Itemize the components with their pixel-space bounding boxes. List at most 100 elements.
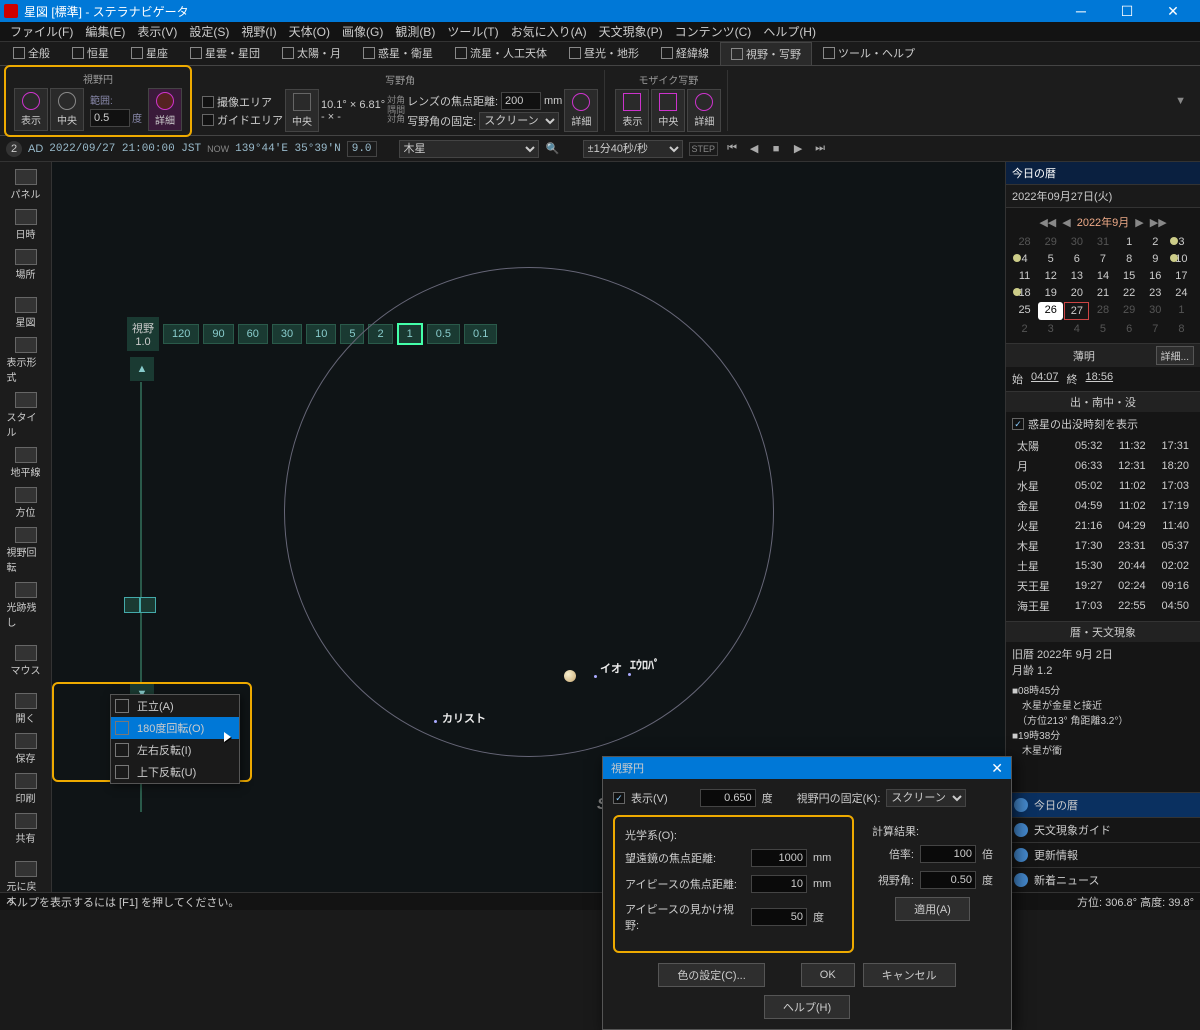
calendar-day[interactable]: 20	[1064, 285, 1089, 301]
ribbon-tab[interactable]: 太陽・月	[271, 41, 352, 65]
ribbon-tab[interactable]: 昼光・地形	[558, 41, 650, 65]
calendar-day[interactable]: 25	[1012, 302, 1037, 320]
calendar-day[interactable]: 3	[1038, 321, 1063, 337]
zoom-display[interactable]: 9.0	[347, 141, 377, 157]
history-button[interactable]: 2	[6, 141, 22, 157]
calendar-day[interactable]: 29	[1117, 302, 1142, 320]
menu-item[interactable]: 設定(S)	[183, 21, 235, 42]
calendar-day[interactable]: 12	[1038, 268, 1063, 284]
sidebar-item[interactable]: 共有	[4, 810, 48, 848]
menu-item[interactable]: 天文現象(P)	[593, 21, 669, 42]
minimize-button[interactable]: ─	[1058, 0, 1104, 22]
interval-select[interactable]: ±1分40秒/秒	[583, 140, 683, 158]
fov-center-button[interactable]: 中央	[50, 88, 84, 131]
calendar-day[interactable]: 28	[1012, 234, 1037, 250]
fov-up-button[interactable]: ▲	[130, 357, 154, 381]
target-select[interactable]: 木星	[399, 140, 539, 158]
help-button[interactable]: ヘルプ(H)	[764, 995, 850, 1019]
dialog-close-button[interactable]: ✕	[991, 760, 1003, 777]
calendar-day[interactable]: 29	[1038, 234, 1063, 250]
menu-item[interactable]: 天体(O)	[283, 21, 336, 42]
jupiter-icon[interactable]	[564, 670, 576, 682]
sidebar-item[interactable]: パネル	[4, 166, 48, 204]
sidebar-item[interactable]: 開く	[4, 690, 48, 728]
menu-item[interactable]: 編集(E)	[79, 21, 131, 42]
play-back-button[interactable]: ◀	[746, 141, 762, 157]
dialog-lock-select[interactable]: スクリーン	[886, 789, 966, 807]
context-menu-item[interactable]: 180度回転(O)	[111, 717, 239, 739]
context-menu-item[interactable]: 正立(A)	[111, 695, 239, 717]
calendar-day[interactable]: 7	[1143, 321, 1168, 337]
sidebar-item[interactable]: 方位	[4, 484, 48, 522]
calendar-day[interactable]: 28	[1090, 302, 1115, 320]
fov-detail-button[interactable]: 詳細	[148, 88, 182, 131]
datetime-display[interactable]: 2022/09/27 21:00:00 JST	[49, 143, 201, 155]
calendar-day[interactable]: 18	[1012, 285, 1037, 301]
calendar-day[interactable]: 30	[1143, 302, 1168, 320]
color-settings-button[interactable]: 色の設定(C)...	[658, 963, 764, 987]
calendar-day[interactable]: 22	[1117, 285, 1142, 301]
telescope-fl-input[interactable]	[751, 849, 807, 867]
ribbon-tab[interactable]: 視野・写野	[720, 42, 812, 65]
capture-lock-select[interactable]: スクリーン	[479, 112, 559, 130]
fov-scale-button[interactable]: 60	[238, 324, 268, 344]
maximize-button[interactable]: ☐	[1104, 0, 1150, 22]
sidebar-item[interactable]: マウス	[4, 642, 48, 680]
menu-item[interactable]: 表示(V)	[131, 21, 183, 42]
search-icon[interactable]: 🔍	[545, 141, 561, 157]
ribbon-tab[interactable]: ツール・ヘルプ	[812, 41, 926, 65]
menu-item[interactable]: ツール(T)	[441, 21, 504, 42]
twilight-begin[interactable]: 04:07	[1031, 371, 1059, 387]
sidebar-item[interactable]: 光跡残し	[4, 579, 48, 632]
calendar-day[interactable]: 6	[1064, 251, 1089, 267]
eyepiece-fl-input[interactable]	[751, 875, 807, 893]
ribbon-tab[interactable]: 流星・人工天体	[444, 41, 558, 65]
flip-icons[interactable]	[124, 597, 156, 613]
eyepiece-afov-input[interactable]	[751, 908, 807, 926]
calendar-day[interactable]: 5	[1090, 321, 1115, 337]
fov-scale-button[interactable]: 90	[203, 324, 233, 344]
ribbon-tab[interactable]: 星座	[120, 41, 179, 65]
fov-range-input[interactable]	[90, 109, 130, 127]
context-menu-item[interactable]: 上下反転(U)	[111, 761, 239, 783]
mosaic-show-button[interactable]: 表示	[615, 89, 649, 132]
close-button[interactable]: ✕	[1150, 0, 1196, 22]
panel-tab[interactable]: 更新情報	[1006, 842, 1200, 867]
cancel-button[interactable]: キャンセル	[863, 963, 956, 987]
calendar-day[interactable]: 14	[1090, 268, 1115, 284]
calendar-day[interactable]: 10	[1169, 251, 1194, 267]
sidebar-item[interactable]: 地平線	[4, 444, 48, 482]
ribbon-collapse-icon[interactable]: ▼	[1175, 95, 1196, 107]
calendar-day[interactable]: 23	[1143, 285, 1168, 301]
sidebar-item[interactable]: 印刷	[4, 770, 48, 808]
cal-prev-year[interactable]: ◀◀	[1039, 216, 1056, 229]
ribbon-tab[interactable]: 経緯線	[650, 41, 720, 65]
calendar-day[interactable]: 3	[1169, 234, 1194, 250]
dialog-titlebar[interactable]: 視野円 ✕	[603, 757, 1011, 779]
panel-tab[interactable]: 今日の暦	[1006, 792, 1200, 817]
calendar-day[interactable]: 4	[1012, 251, 1037, 267]
fov-show-button[interactable]: 表示	[14, 88, 48, 131]
sidebar-item[interactable]: 表示形式	[4, 334, 48, 387]
apply-button[interactable]: 適用(A)	[895, 897, 970, 921]
calendar-day[interactable]: 6	[1117, 321, 1142, 337]
sky-view[interactable]: 視野1.0 120906030105210.50.1 ▲ ▼ イオ ｴｳﾛﾊﾟ …	[52, 162, 1005, 892]
capture-center-button[interactable]: 中央	[285, 89, 319, 132]
capture-detail-button[interactable]: 詳細	[564, 89, 598, 132]
calendar-day[interactable]: 16	[1143, 268, 1168, 284]
twilight-end[interactable]: 18:56	[1086, 371, 1114, 387]
menu-item[interactable]: 画像(G)	[336, 21, 389, 42]
moon-io[interactable]	[594, 675, 597, 678]
moon-europa[interactable]	[628, 673, 631, 676]
calendar-day[interactable]: 24	[1169, 285, 1194, 301]
calendar-day[interactable]: 8	[1117, 251, 1142, 267]
calendar-day[interactable]: 5	[1038, 251, 1063, 267]
calendar-day[interactable]: 11	[1012, 268, 1037, 284]
calendar-day[interactable]: 1	[1169, 302, 1194, 320]
panel-tab[interactable]: 新着ニュース	[1006, 867, 1200, 892]
calendar-day[interactable]: 21	[1090, 285, 1115, 301]
calendar-day[interactable]: 17	[1169, 268, 1194, 284]
dialog-show-check[interactable]: ✓	[613, 792, 625, 804]
twilight-detail-button[interactable]: 詳細...	[1156, 346, 1194, 365]
ribbon-tab[interactable]: 星雲・星団	[179, 41, 271, 65]
